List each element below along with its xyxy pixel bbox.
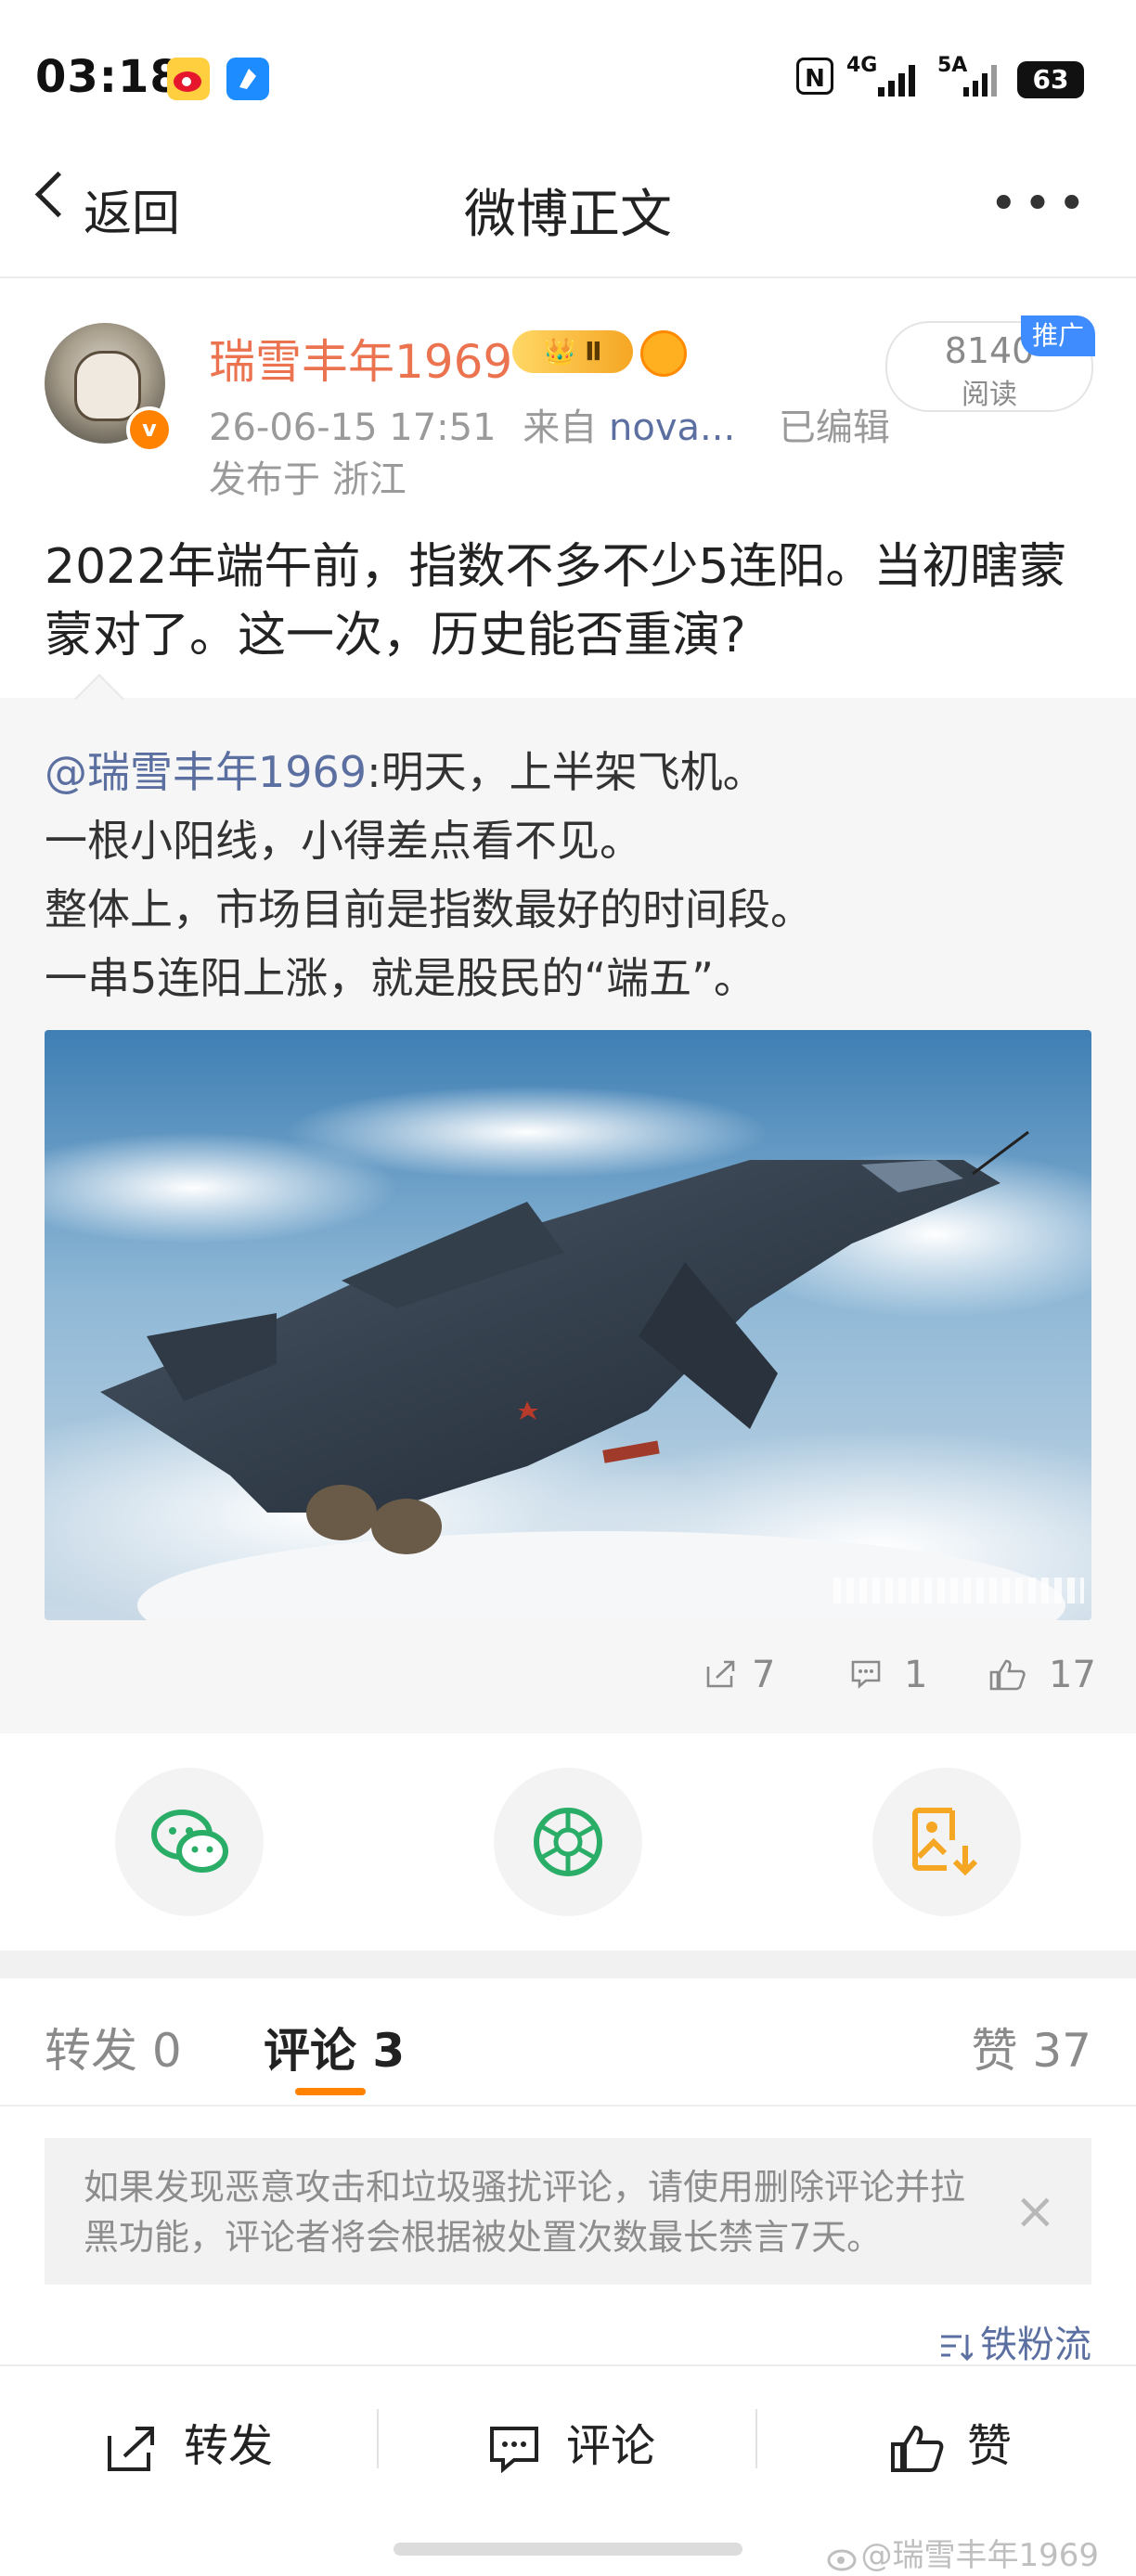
sort-label: 铁粉流 <box>980 2324 1091 2366</box>
post-image-fighter-jet[interactable] <box>45 1030 1091 1620</box>
moments-share-icon <box>534 1808 602 1876</box>
bottom-repost-label: 转发 <box>184 2420 274 2472</box>
member-crown-badge[interactable]: 👑 Ⅱ <box>512 330 633 373</box>
comment-icon <box>490 2427 538 2474</box>
repost-line: 一串5连阳上涨，就是股民的“端五”。 <box>45 953 756 1003</box>
active-tab-indicator <box>295 2088 366 2095</box>
divider <box>0 2364 1136 2366</box>
status-bar: 03:18 N 4G 5A 63 <box>0 0 1136 139</box>
author-name[interactable]: 瑞雪丰年1969 <box>209 325 512 392</box>
post-location: 发布于 浙江 <box>209 458 407 501</box>
weibo-watermark: @瑞雪丰年1969 <box>827 2530 1099 2575</box>
image-watermark <box>833 1578 1084 1604</box>
section-divider <box>0 1951 1136 1978</box>
sort-icon <box>941 2335 975 2362</box>
like-icon <box>891 2425 944 2472</box>
bottom-comment-button[interactable]: 评论 <box>488 2409 655 2474</box>
repost-mention[interactable]: @瑞雪丰年1969 <box>45 747 367 797</box>
edited-label[interactable]: 已编辑 <box>779 406 890 449</box>
tab-comments[interactable]: 评论 3 <box>264 2014 405 2080</box>
status-time: 03:18 <box>35 51 182 103</box>
save-image-icon <box>912 1808 978 1876</box>
battery-level: 63 <box>1032 64 1069 95</box>
bottom-comment-label: 评论 <box>566 2420 656 2472</box>
repost-icon[interactable] <box>705 1659 737 1689</box>
separator <box>755 2409 757 2468</box>
app-notification-icon <box>226 58 269 100</box>
verified-badge-icon: v <box>126 406 173 453</box>
separator <box>377 2409 379 2468</box>
signal-bars-icon <box>962 61 1002 102</box>
home-indicator[interactable] <box>394 2543 742 2556</box>
like-icon[interactable] <box>989 1659 1026 1691</box>
back-button[interactable]: 返回 <box>84 174 180 244</box>
member-level: Ⅱ <box>585 336 602 367</box>
bottom-like-button[interactable]: 赞 <box>889 2409 1012 2474</box>
repost-icon <box>108 2427 154 2471</box>
read-label: 阅读 <box>962 379 1017 411</box>
watermark-text: @瑞雪丰年1969 <box>860 2537 1099 2574</box>
repost-line: 整体上，市场目前是指数最好的时间段。 <box>45 884 813 934</box>
weibo-app-icon <box>167 58 210 100</box>
tab-reposts[interactable]: 转发 0 <box>45 2014 182 2080</box>
comment-icon[interactable] <box>850 1659 882 1689</box>
close-icon[interactable]: × <box>1014 2186 1056 2236</box>
avatar-image <box>74 351 141 421</box>
post-meta: 26-06-15 17:51 来自 nova... 已编辑 <box>209 397 890 451</box>
bottom-like-label: 赞 <box>967 2420 1013 2472</box>
moments-share-button[interactable] <box>494 1768 642 1916</box>
post-date: 26-06-15 17:51 <box>209 406 497 449</box>
comment-notice: 如果发现恶意攻击和垃圾骚扰评论，请使用删除评论并拉黑功能，评论者将会根据被处置次… <box>45 2138 1091 2285</box>
repost-line: @瑞雪丰年1969:明天，上半架飞机。 <box>45 739 766 800</box>
bottom-repost-button[interactable]: 转发 <box>106 2409 273 2474</box>
repost-text: :明天，上半架飞机。 <box>367 747 766 797</box>
wechat-share-icon <box>151 1810 228 1873</box>
tab-likes[interactable]: 赞 37 <box>971 2014 1091 2080</box>
more-options-button[interactable]: ••• <box>989 176 1091 232</box>
post-source[interactable]: nova... <box>609 406 735 449</box>
divider <box>0 2105 1136 2106</box>
battery-icon: 63 <box>1017 61 1084 98</box>
repost-line: 一根小阳线，小得差点看不见。 <box>45 816 642 866</box>
weibo-logo-icon <box>827 2549 857 2570</box>
signal-bars-icon <box>876 61 923 102</box>
source-prefix: 来自 <box>523 406 598 449</box>
notice-text: 如果发现恶意攻击和垃圾骚扰评论，请使用删除评论并拉黑功能，评论者将会根据被处置次… <box>84 2167 966 2258</box>
wechat-share-button[interactable] <box>115 1768 264 1916</box>
save-image-button[interactable] <box>872 1768 1021 1916</box>
repost-count[interactable]: 7 <box>752 1654 775 1696</box>
divider <box>0 277 1136 278</box>
post-text: 2022年端午前，指数不多不少5连阳。当初瞎蒙蒙对了。这一次，历史能否重演? <box>45 539 1067 663</box>
comment-count[interactable]: 1 <box>904 1654 927 1696</box>
fan-badge-icon[interactable] <box>640 330 687 377</box>
signal-4g-label: 4G <box>846 54 878 77</box>
comment-sort-button[interactable]: 铁粉流 <box>939 2314 1091 2368</box>
nfc-icon: N <box>796 58 833 95</box>
like-count[interactable]: 17 <box>1049 1654 1096 1696</box>
promote-badge[interactable]: 推广 <box>1021 316 1095 356</box>
